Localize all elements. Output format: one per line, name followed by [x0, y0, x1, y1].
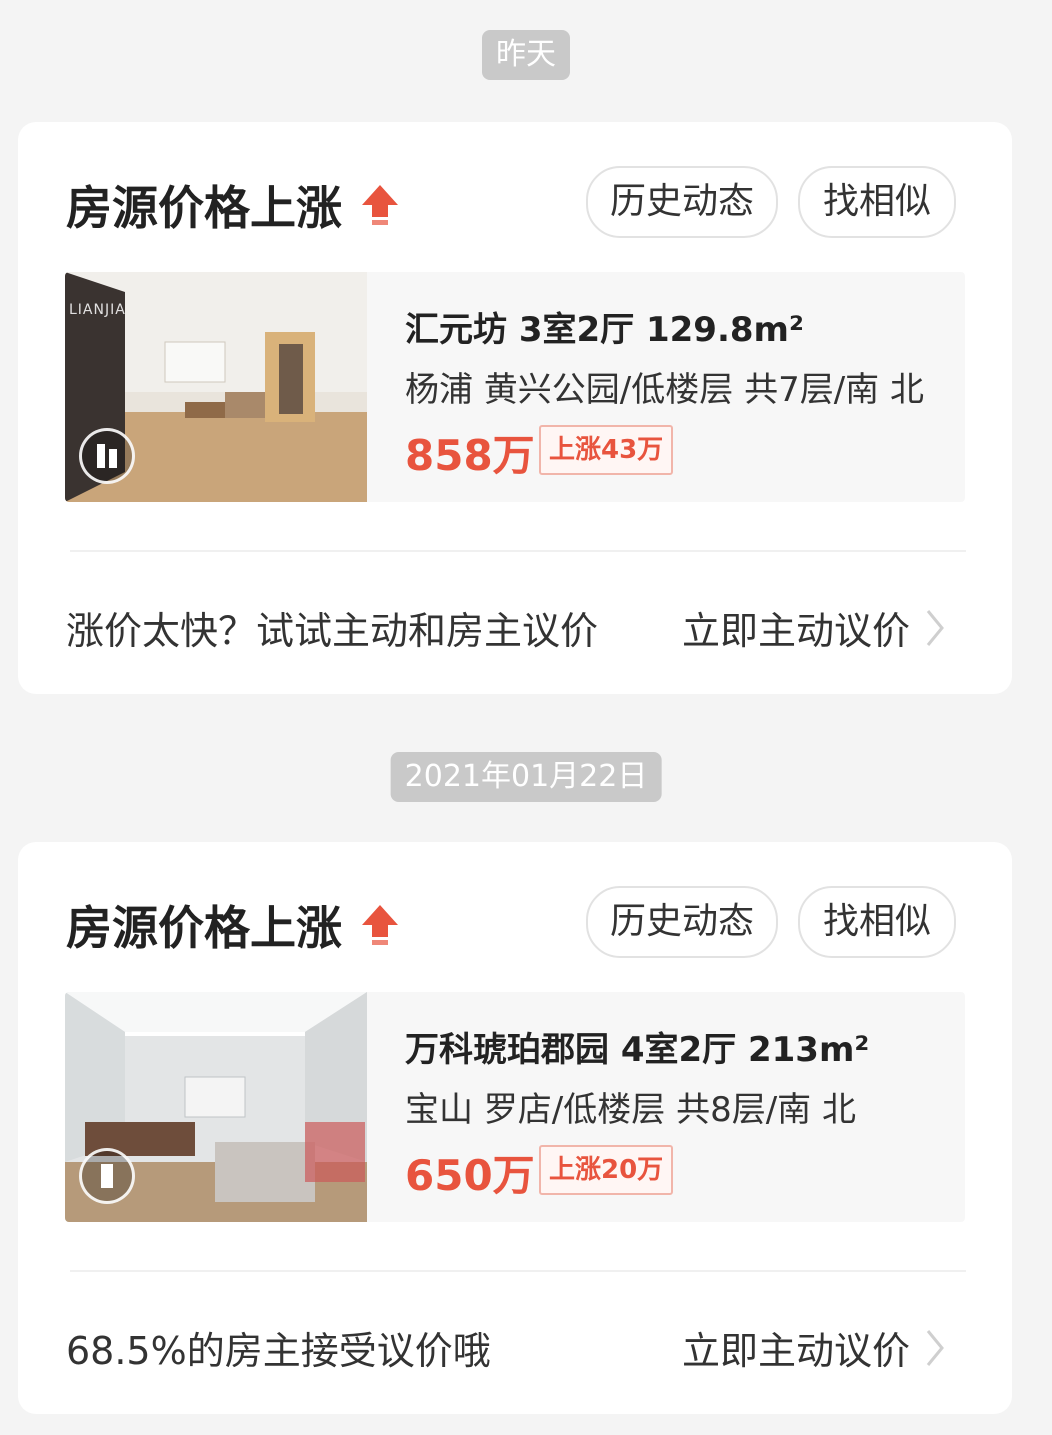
photo-watermark: LIANJIA [69, 302, 126, 318]
date-label: 昨天 [482, 30, 570, 80]
listing-price: 650万 [405, 1151, 535, 1200]
listing-photo[interactable]: LIANJIA [65, 272, 367, 502]
find-similar-button[interactable]: 找相似 [798, 886, 956, 958]
price-change-badge: 上涨20万 [539, 1145, 674, 1195]
card-title-row: 房源价格上涨 [66, 172, 400, 238]
card-title-row: 房源价格上涨 [66, 892, 400, 958]
find-similar-button[interactable]: 找相似 [798, 166, 956, 238]
price-up-arrow-icon [362, 185, 398, 225]
vr-tour-icon[interactable] [79, 428, 135, 484]
listing-item[interactable]: LIANJIA 汇元坊 3室2厅 129.8m² 杨浦 黄兴公园/低楼层 共7层… [65, 272, 965, 502]
price-change-badge: 上涨43万 [539, 425, 674, 475]
listing-title: 汇元坊 3室2厅 129.8m² [405, 310, 804, 350]
divider [70, 1270, 966, 1272]
negotiate-now-label: 立即主动议价 [682, 1329, 911, 1373]
price-rise-card: 房源价格上涨 历史动态 找相似 万科琥珀郡园 4室2厅 213m² 宝山 罗店/… [18, 842, 1012, 1414]
card-title: 房源价格上涨 [66, 901, 342, 955]
history-button[interactable]: 历史动态 [586, 886, 778, 958]
history-button[interactable]: 历史动态 [586, 166, 778, 238]
negotiate-now-link[interactable]: 立即主动议价 [682, 1320, 946, 1375]
listing-location: 杨浦 黄兴公园/低楼层 共7层/南 北 [405, 370, 924, 410]
negotiate-now-label: 立即主动议价 [682, 609, 911, 653]
price-rise-card: 房源价格上涨 历史动态 找相似 LIANJIA 汇元坊 3室2厅 129.8m²… [18, 122, 1012, 694]
chevron-right-icon [926, 609, 944, 646]
price-up-arrow-icon [362, 905, 398, 945]
listing-price: 858万 [405, 431, 535, 480]
vr-tour-icon[interactable] [79, 1148, 135, 1204]
card-title: 房源价格上涨 [66, 181, 342, 235]
listing-title: 万科琥珀郡园 4室2厅 213m² [405, 1030, 870, 1070]
listing-photo[interactable] [65, 992, 367, 1222]
negotiate-now-link[interactable]: 立即主动议价 [682, 600, 946, 655]
listing-item[interactable]: 万科琥珀郡园 4室2厅 213m² 宝山 罗店/低楼层 共8层/南 北 650万… [65, 992, 965, 1222]
negotiate-hint: 68.5%的房主接受议价哦 [66, 1329, 491, 1373]
date-label: 2021年01月22日 [390, 752, 662, 802]
chevron-right-icon [926, 1329, 944, 1366]
negotiate-hint: 涨价太快？试试主动和房主议价 [66, 609, 599, 653]
divider [70, 550, 966, 552]
listing-location: 宝山 罗店/低楼层 共8层/南 北 [405, 1090, 856, 1130]
